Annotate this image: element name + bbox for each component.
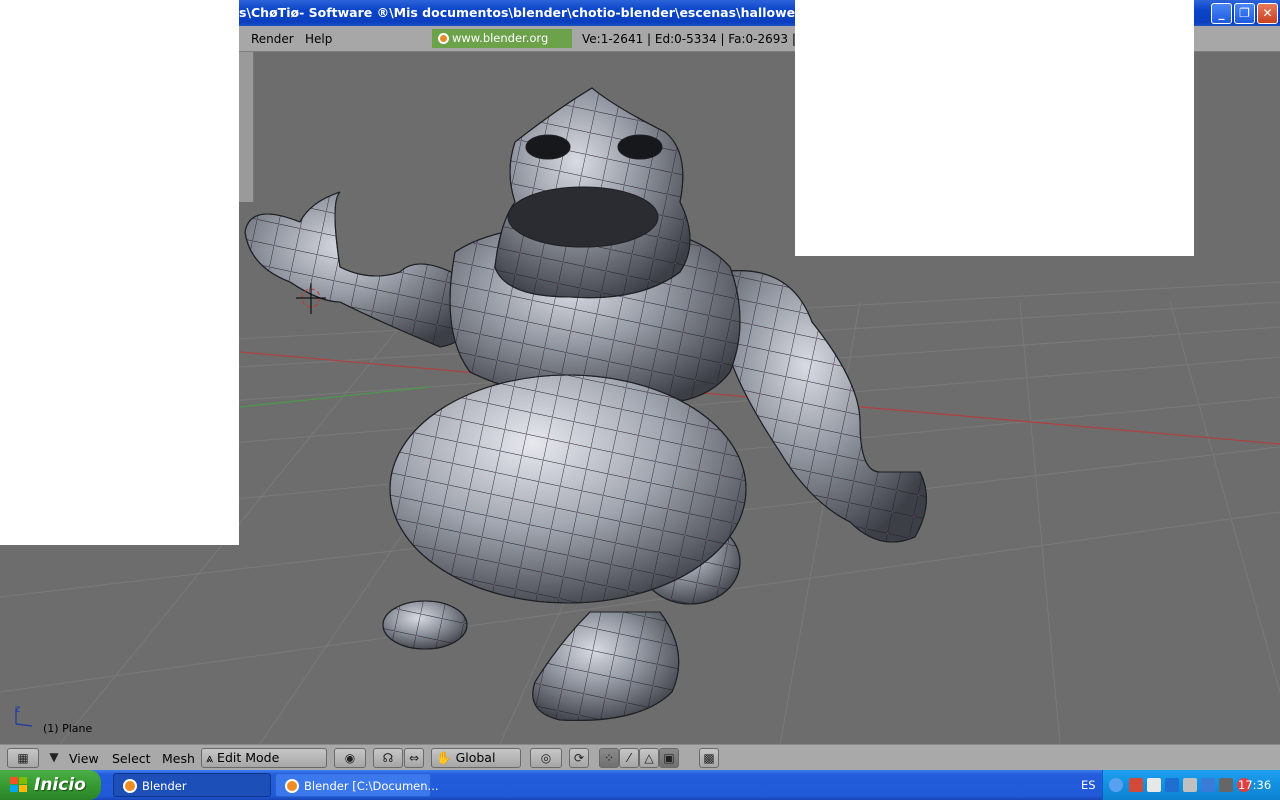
- select-menu[interactable]: Select: [112, 751, 151, 766]
- draw-type-icon[interactable]: ◉: [334, 748, 366, 768]
- tray-network-icon[interactable]: [1183, 778, 1197, 792]
- blank-window-right: [795, 0, 1194, 256]
- blender-org-link[interactable]: www.blender.org 249: [432, 29, 572, 64]
- task-blender-console[interactable]: Blender [C:\Documen...: [275, 773, 439, 797]
- maximize-button[interactable]: ❐: [1234, 3, 1255, 24]
- snap-icon[interactable]: ⟳: [569, 748, 589, 768]
- orientation-select[interactable]: ✋ Global: [431, 748, 521, 768]
- mesh-menu[interactable]: Mesh: [162, 751, 195, 766]
- task-blender-active[interactable]: Blender: [113, 773, 271, 797]
- pivot-icon[interactable]: ☊: [373, 748, 403, 768]
- tray-monitor-icon[interactable]: [1219, 778, 1233, 792]
- tray-app-icon[interactable]: [1129, 778, 1143, 792]
- clock: 17:36: [1238, 778, 1272, 792]
- task1-label: Blender: [142, 779, 187, 793]
- vertex-select-icon[interactable]: ⁘: [599, 748, 619, 768]
- start-label: Inicio: [34, 775, 86, 795]
- blender-console-icon: [285, 779, 299, 793]
- orientation-label: Global: [455, 750, 496, 765]
- edit-mode-icon: ⩓: [206, 750, 214, 765]
- task2-label: Blender [C:\Documen...: [304, 779, 439, 793]
- side-toolbar-fragment: [239, 52, 254, 202]
- object-label: (1) Plane: [43, 722, 93, 735]
- tray-update-icon[interactable]: [1201, 778, 1215, 792]
- y-axis-line: [239, 386, 431, 408]
- mesh-stats: Ve:1-2641 | Ed:0-5334 | Fa:0-2693 |: [582, 32, 796, 46]
- help-menu[interactable]: Help: [305, 32, 332, 46]
- mode-label: Edit Mode: [217, 750, 280, 765]
- proportional-edit-icon[interactable]: ◎: [530, 748, 562, 768]
- language-indicator[interactable]: ES: [1081, 778, 1096, 792]
- manipulator-icon[interactable]: ⇔: [404, 748, 424, 768]
- windows-logo-icon: [10, 777, 27, 792]
- mode-select[interactable]: ⩓ Edit Mode: [201, 748, 327, 768]
- collapse-arrow-icon[interactable]: ▼: [44, 748, 64, 768]
- face-select-icon[interactable]: △: [639, 748, 659, 768]
- editor-type-icon[interactable]: ▦: [7, 748, 39, 768]
- blender-task-icon: [123, 779, 137, 793]
- 3d-view-header: ▦ ▼ View Select Mesh ⩓ Edit Mode ◉ ☊ ⇔ ✋…: [0, 744, 1280, 770]
- tray-bluetooth-icon[interactable]: [1165, 778, 1179, 792]
- blank-window-left: [0, 0, 239, 545]
- tray-arrow-icon[interactable]: [1109, 778, 1123, 792]
- render-icon[interactable]: ▩: [699, 748, 719, 768]
- start-button[interactable]: Inicio: [0, 770, 101, 800]
- minimize-button[interactable]: _: [1211, 3, 1232, 24]
- taskbar: Inicio Blender Blender [C:\Documen... ES…: [0, 770, 1280, 800]
- hand-icon: ✋: [436, 750, 452, 765]
- close-button[interactable]: ✕: [1257, 3, 1278, 24]
- occlude-geometry-icon[interactable]: ▣: [659, 748, 679, 768]
- window-title: s\ChøTiø- Software ®\Mis documentos\blen…: [239, 5, 876, 20]
- edge-select-icon[interactable]: ⁄: [619, 748, 639, 768]
- blender-logo-icon: [438, 33, 449, 44]
- tray-folder-icon[interactable]: [1147, 778, 1161, 792]
- render-menu[interactable]: Render: [251, 32, 294, 46]
- axis-z-label: z: [15, 704, 21, 715]
- view-menu[interactable]: View: [69, 751, 99, 766]
